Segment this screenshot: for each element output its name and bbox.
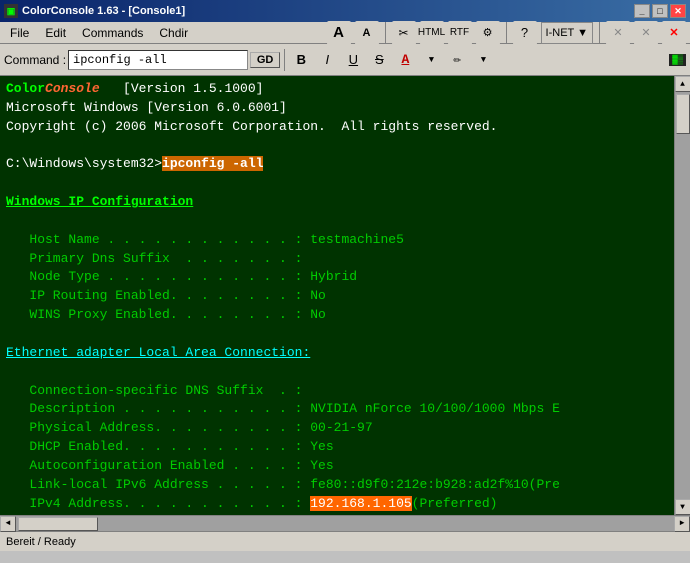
font-color-button[interactable]: A <box>393 48 417 72</box>
tb-close1[interactable]: ✕ <box>606 21 630 45</box>
html-button[interactable]: HTML <box>420 21 444 45</box>
hscroll-right-button[interactable]: ► <box>674 516 690 532</box>
command-input[interactable] <box>68 50 248 70</box>
toolbar: Command : GD B I U S A ▾ ✏ ▾ ▓▒ <box>0 44 690 76</box>
separator3 <box>599 22 600 44</box>
underline-button[interactable]: U <box>341 48 365 72</box>
rtf-button[interactable]: RTF <box>448 21 472 45</box>
tb-close2[interactable]: ✕ <box>634 21 658 45</box>
matrix-icon: ▓▒ <box>669 54 686 66</box>
bold-button[interactable]: B <box>289 48 313 72</box>
app-icon: ▣ <box>4 4 18 18</box>
menu-bar: File Edit Commands Chdir A A ✂ HTML RTF … <box>0 22 690 44</box>
hscroll-thumb[interactable] <box>18 517 98 531</box>
scroll-track[interactable] <box>675 92 690 499</box>
go-button[interactable]: GD <box>250 52 281 68</box>
cut-icon[interactable]: ✂ <box>392 21 416 45</box>
inet-label: I-NET ▼ <box>546 27 588 39</box>
italic-button[interactable]: I <box>315 48 339 72</box>
tb-close3[interactable]: ✕ <box>662 21 686 45</box>
menu-commands[interactable]: Commands <box>76 24 149 42</box>
separator2 <box>506 22 507 44</box>
strikethrough-button[interactable]: S <box>367 48 391 72</box>
status-text: Bereit / Ready <box>6 536 76 548</box>
highlight-button[interactable]: ✏ <box>445 48 469 72</box>
title-buttons: _ □ ✕ <box>634 4 686 18</box>
hscroll-left-button[interactable]: ◄ <box>0 516 16 532</box>
status-bar: Bereit / Ready <box>0 531 690 551</box>
separator <box>385 22 386 44</box>
console-scroll[interactable]: ColorConsole [Version 1.5.1000] Microsof… <box>0 76 674 515</box>
console-text: ColorConsole [Version 1.5.1000] Microsof… <box>6 80 668 515</box>
horizontal-scrollbar[interactable]: ◄ ► <box>0 515 690 531</box>
console-container: ColorConsole [Version 1.5.1000] Microsof… <box>0 76 690 515</box>
title-left: ▣ ColorConsole 1.63 - [Console1] <box>4 4 185 18</box>
font-larger-button[interactable]: A <box>327 21 351 45</box>
sep4 <box>284 49 285 71</box>
scroll-down-button[interactable]: ▼ <box>675 499 690 515</box>
scroll-thumb[interactable] <box>676 94 690 134</box>
close-button[interactable]: ✕ <box>670 4 686 18</box>
window-title: ColorConsole 1.63 - [Console1] <box>22 5 185 17</box>
font-smaller-button[interactable]: A <box>355 21 379 45</box>
command-label: Command : <box>4 53 66 67</box>
separator5: ▾ <box>419 48 443 72</box>
scroll-up-button[interactable]: ▲ <box>675 76 690 92</box>
help-button[interactable]: ? <box>513 21 537 45</box>
hscroll-track[interactable] <box>16 516 674 531</box>
menu-chdir[interactable]: Chdir <box>153 24 194 42</box>
title-bar: ▣ ColorConsole 1.63 - [Console1] _ □ ✕ <box>0 0 690 22</box>
menu-file[interactable]: File <box>4 24 35 42</box>
settings-icon[interactable]: ⚙ <box>476 21 500 45</box>
maximize-button[interactable]: □ <box>652 4 668 18</box>
vertical-scrollbar[interactable]: ▲ ▼ <box>674 76 690 515</box>
menu-edit[interactable]: Edit <box>39 24 72 42</box>
inet-dropdown[interactable]: I-NET ▼ <box>541 22 593 44</box>
highlight-arrow[interactable]: ▾ <box>471 48 495 72</box>
minimize-button[interactable]: _ <box>634 4 650 18</box>
